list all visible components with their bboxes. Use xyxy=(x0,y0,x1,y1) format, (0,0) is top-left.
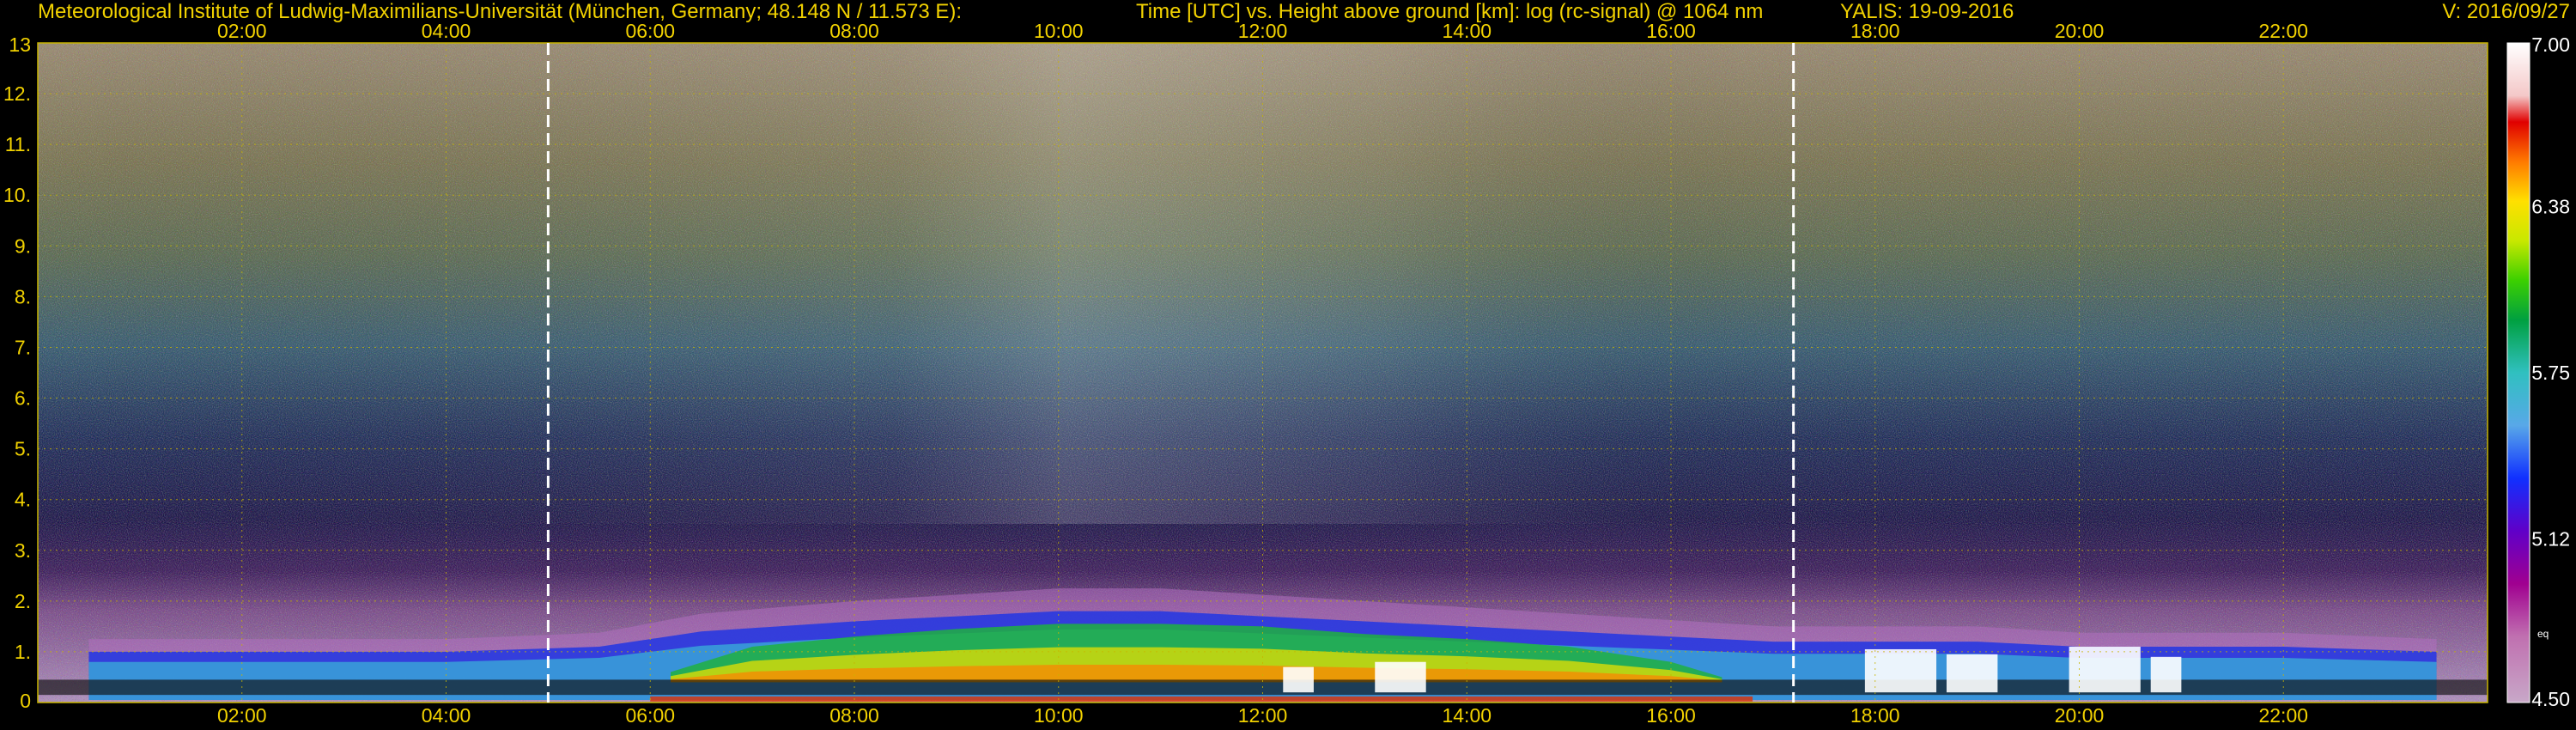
cloud-patch xyxy=(1946,654,1998,693)
colorbar-ticks: 7.00 6.38 5.75 5.12 4.50 xyxy=(2531,33,2570,710)
cloud-patch xyxy=(1864,648,1937,693)
lidar-chart: Meteorological Institute of Ludwig-Maxim… xyxy=(3,0,2570,727)
x-tick-label-bottom: 08:00 xyxy=(829,704,879,727)
cloud-patch xyxy=(1283,666,1314,693)
x-tick-label-bottom: 04:00 xyxy=(422,704,471,727)
x-tick-label-top: 02:00 xyxy=(217,20,267,42)
x-tick-label-bottom: 12:00 xyxy=(1238,704,1288,727)
x-tick-label-bottom: 14:00 xyxy=(1442,704,1492,727)
x-tick-label-top: 12:00 xyxy=(1238,20,1288,42)
colorbar-small-label: eq xyxy=(2537,628,2549,640)
colorbar-tick-label: 5.75 xyxy=(2531,362,2570,384)
y-tick-label: 0 xyxy=(20,690,31,712)
colorbar-tick-label: 7.00 xyxy=(2531,33,2570,56)
y-tick-label: 1. xyxy=(15,641,31,663)
plot-area xyxy=(38,43,2488,703)
cloud-patch xyxy=(2069,647,2141,693)
x-tick-label-top: 06:00 xyxy=(625,20,675,42)
colorbar: 7.00 6.38 5.75 5.12 4.50 eq xyxy=(2506,33,2570,710)
x-tick-label-bottom: 22:00 xyxy=(2258,704,2308,727)
colorbar-gradient xyxy=(2506,42,2530,703)
y-tick-label: 11. xyxy=(5,133,31,155)
x-tick-label-top: 04:00 xyxy=(422,20,471,42)
x-tick-label-top: 22:00 xyxy=(2258,20,2308,42)
y-tick-label: 9. xyxy=(15,234,31,257)
y-tick-label: 3. xyxy=(15,539,31,562)
y-tick-label: 13 xyxy=(9,33,31,56)
y-tick-label: 12. xyxy=(3,82,31,105)
y-tick-label: 5. xyxy=(15,438,31,460)
x-tick-label-top: 16:00 xyxy=(1646,20,1696,42)
y-tick-label: 6. xyxy=(15,387,31,410)
y-tick-label: 7. xyxy=(15,336,31,358)
cloud-patch xyxy=(1375,661,1426,693)
version-label: V: 2016/09/27 xyxy=(2442,0,2570,23)
colorbar-tick-label: 4.50 xyxy=(2531,688,2570,710)
institute-label: Meteorological Institute of Ludwig-Maxim… xyxy=(38,0,962,23)
x-tick-label-bottom: 16:00 xyxy=(1646,704,1696,727)
x-tick-label-top: 14:00 xyxy=(1442,20,1492,42)
y-tick-label: 2. xyxy=(15,590,31,612)
x-tick-label-top: 08:00 xyxy=(829,20,879,42)
x-tick-label-top: 10:00 xyxy=(1034,20,1084,42)
y-tick-label: 4. xyxy=(15,489,31,511)
x-tick-label-bottom: 06:00 xyxy=(625,704,675,727)
x-tick-label-bottom: 10:00 xyxy=(1034,704,1084,727)
y-tick-label: 8. xyxy=(15,285,31,307)
x-tick-label-top: 18:00 xyxy=(1850,20,1900,42)
colorbar-tick-label: 6.38 xyxy=(2531,195,2570,217)
x-tick-label-bottom: 02:00 xyxy=(217,704,267,727)
x-tick-label-top: 20:00 xyxy=(2055,20,2105,42)
ground-signal-strip xyxy=(650,696,1753,702)
cloud-patch xyxy=(2150,656,2182,693)
colorbar-tick-label: 5.12 xyxy=(2531,528,2570,551)
y-tick-label: 10. xyxy=(3,184,31,206)
x-tick-label-bottom: 20:00 xyxy=(2055,704,2105,727)
x-tick-label-bottom: 18:00 xyxy=(1850,704,1900,727)
